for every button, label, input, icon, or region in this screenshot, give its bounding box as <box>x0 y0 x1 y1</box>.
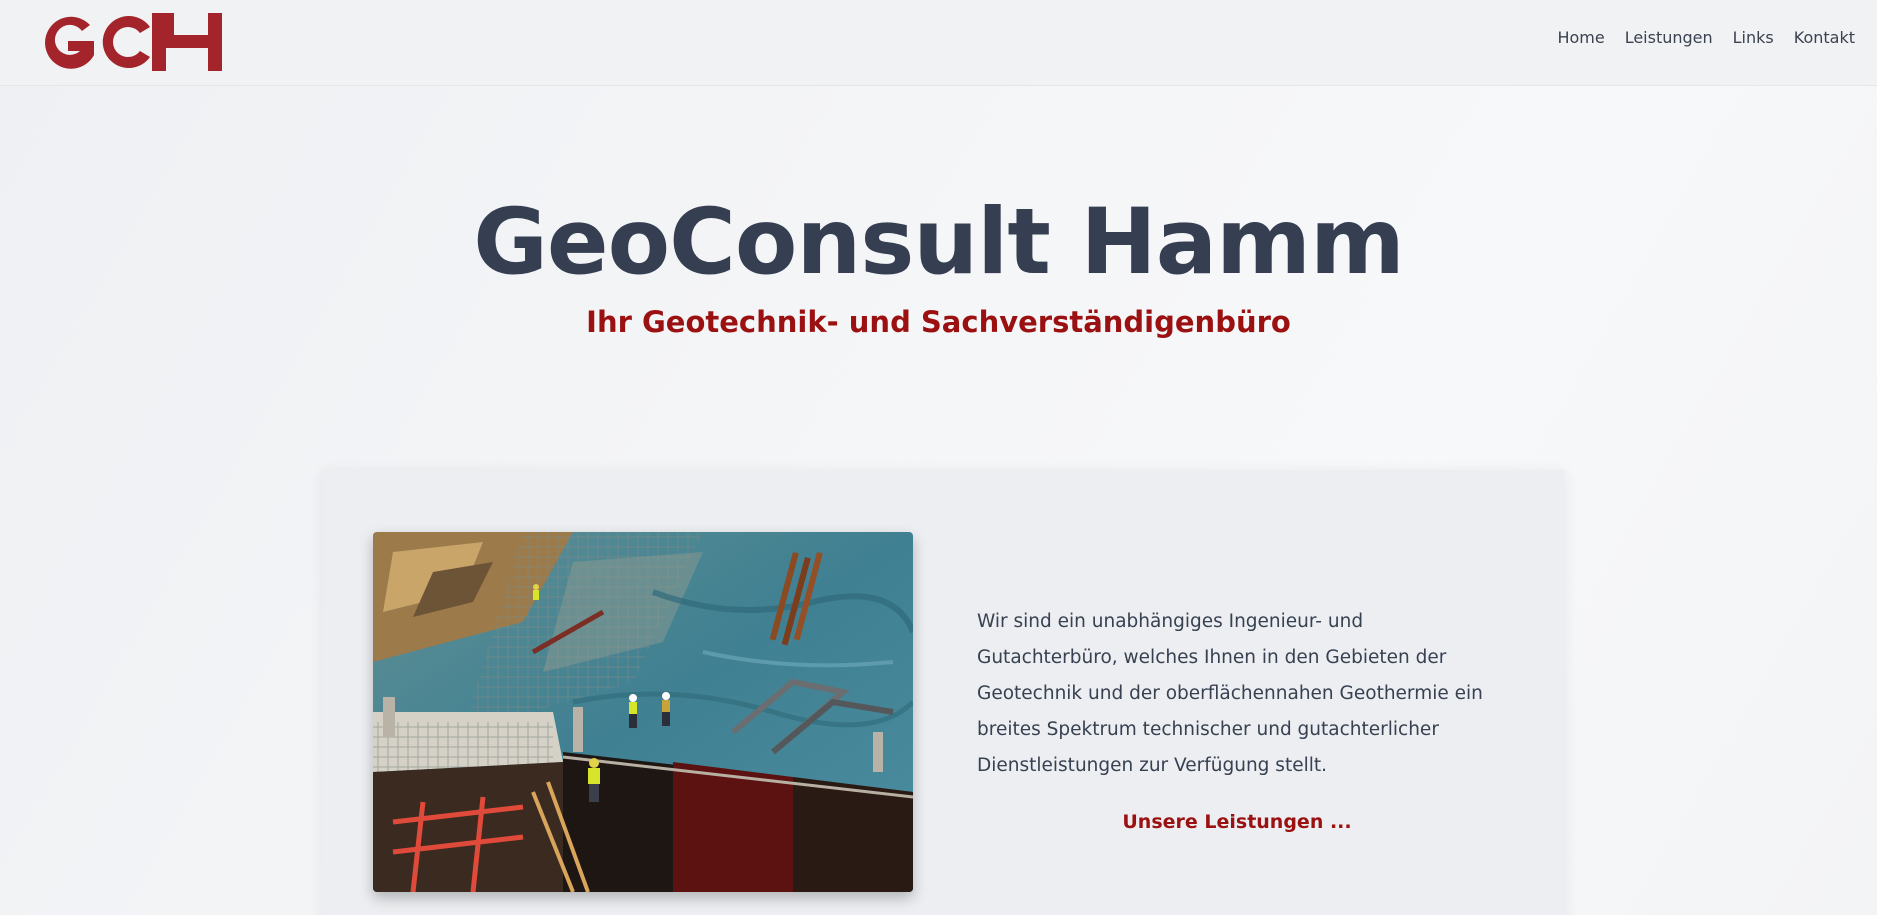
gch-logo-graphic <box>45 13 222 71</box>
main-navigation: Home Leistungen Links Kontakt <box>1557 28 1855 47</box>
site-header: Home Leistungen Links Kontakt <box>0 0 1877 86</box>
construction-site-illustration <box>373 532 913 892</box>
construction-site-photo <box>373 532 913 892</box>
nav-links[interactable]: Links <box>1733 28 1774 47</box>
intro-text: Wir sind ein unabhängiges Ingenieur- und… <box>977 611 1483 776</box>
page-subtitle: Ihr Geotechnik- und Sachverständigenbüro <box>586 305 1291 339</box>
intro-card: Wir sind ein unabhängiges Ingenieur- und… <box>323 470 1565 915</box>
services-link[interactable]: Unsere Leistungen ... <box>977 811 1497 833</box>
gch-logo[interactable] <box>32 11 226 73</box>
nav-leistungen[interactable]: Leistungen <box>1625 28 1713 47</box>
page-title: GeoConsult Hamm <box>473 190 1405 295</box>
worker-figure <box>629 694 637 728</box>
nav-kontakt[interactable]: Kontakt <box>1794 28 1855 47</box>
nav-home[interactable]: Home <box>1557 28 1604 47</box>
